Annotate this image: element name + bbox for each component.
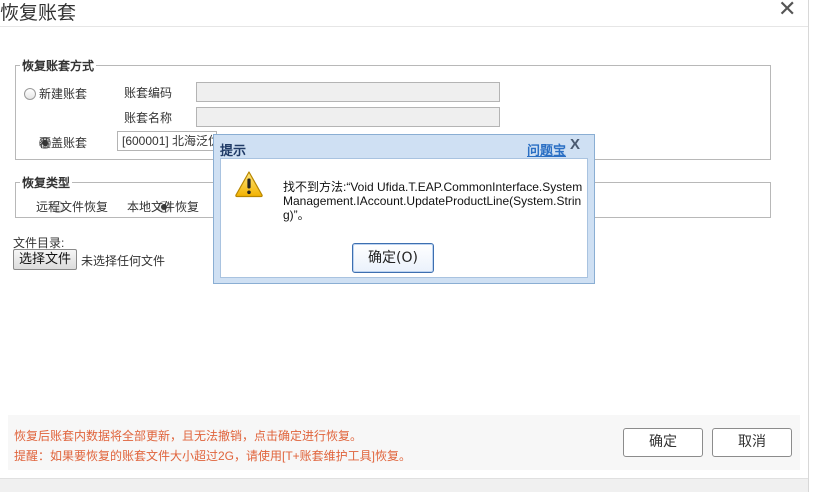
size-reminder-note: 提醒：如果要恢复的账套文件大小超过2G，请使用[T+账套维护工具]恢复。: [14, 449, 412, 463]
dialog-title: 恢复账套: [0, 3, 77, 24]
message-box-title: 提示: [220, 143, 247, 158]
remote-file-label[interactable]: 远程文件恢复: [36, 198, 108, 215]
message-box: 提示 问题宝 X 找不到方法:“Void Ufida.T.EAP.CommonI…: [213, 134, 595, 284]
new-account-label[interactable]: 新建账套: [39, 85, 87, 102]
message-text: 找不到方法:“Void Ufida.T.EAP.CommonInterface.…: [283, 180, 583, 222]
window-edge: [808, 0, 814, 492]
new-account-radio[interactable]: [24, 87, 36, 100]
account-name-label: 账套名称: [124, 111, 173, 125]
message-ok-button[interactable]: 确定(O): [352, 243, 434, 273]
warning-icon: [235, 171, 263, 198]
help-link[interactable]: 问题宝: [527, 140, 566, 159]
message-body: 找不到方法:“Void Ufida.T.EAP.CommonInterface.…: [220, 158, 588, 278]
account-code-label: 账套编码: [124, 86, 173, 100]
no-file-text: 未选择任何文件: [81, 254, 166, 268]
account-name-input[interactable]: [196, 107, 500, 127]
restore-method-legend: 恢复账套方式: [22, 59, 95, 73]
overwrite-account-select[interactable]: [600001] 北海泛优: [117, 131, 217, 151]
cancel-button[interactable]: 取消: [712, 428, 792, 457]
local-file-label[interactable]: 本地文件恢复: [127, 198, 199, 215]
overwrite-account-label[interactable]: 覆盖账套: [39, 134, 87, 151]
ok-button[interactable]: 确定: [623, 428, 703, 457]
close-icon[interactable]: ✕: [778, 0, 796, 21]
title-divider: [0, 26, 808, 27]
bottom-edge: [0, 478, 808, 492]
account-code-input[interactable]: [196, 82, 500, 102]
restore-warning-note: 恢复后账套内数据将全部更新，且无法撤销，点击确定进行恢复。: [14, 429, 363, 443]
message-close-icon[interactable]: X: [570, 136, 580, 153]
restore-type-legend: 恢复类型: [22, 176, 71, 190]
choose-file-button[interactable]: 选择文件: [13, 249, 77, 270]
